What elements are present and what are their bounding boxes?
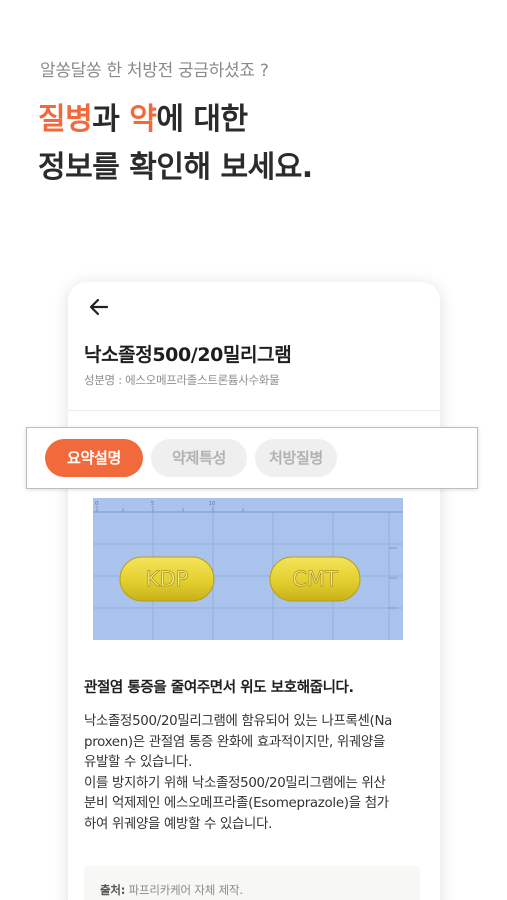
promo-subtitle: 알쏭달쏭 한 처방전 궁금하셨죠 ? (40, 61, 269, 81)
highlight-drug: 약 (129, 102, 157, 137)
tab-drug-properties[interactable]: 약제특성 (151, 439, 247, 477)
pill-image: 0 5 10 KDP CMT (93, 498, 403, 640)
summary-body: 낙소졸정500/20밀리그램에 함유되어 있는 나프록센(Na proxen)은… (84, 712, 420, 835)
svg-text:5: 5 (151, 501, 154, 507)
promo-title-line-1: 질병과 약에 대한 (38, 96, 313, 144)
summary-line: 유발할 수 있습니다. (84, 755, 193, 770)
info-tab-bar: 요약설명 약제특성 처방질병 (26, 427, 478, 489)
summary-line: 낙소졸정500/20밀리그램에 함유되어 있는 나프록센(Na (84, 714, 393, 729)
pill-imprint-kdp: KDP (146, 567, 189, 591)
promo-title: 질병과 약에 대한 정보를 확인해 보세요. (38, 96, 313, 192)
svg-text:0: 0 (95, 501, 98, 507)
promo-title-text-2: 에 대한 (156, 102, 248, 137)
header-divider (68, 410, 440, 411)
pill-imprint-cmt: CMT (292, 567, 338, 591)
drug-name: 낙소졸정500/20밀리그램 (84, 344, 292, 366)
source-note: 출처: 파프리카케어 자체 제작. (84, 866, 420, 900)
summary-heading: 관절염 통증을 줄여주면서 위도 보호해줍니다. (84, 680, 354, 696)
tab-summary[interactable]: 요약설명 (45, 439, 143, 477)
svg-text:10: 10 (209, 501, 215, 507)
highlight-disease: 질병 (38, 102, 93, 137)
tab-prescribed-diseases[interactable]: 처방질병 (255, 439, 337, 477)
summary-line: 분비 억제제인 에스오메프라졸(Esomeprazole)을 첨가 (84, 796, 389, 811)
back-arrow-icon[interactable] (86, 294, 112, 320)
source-text: 파프리카케어 자체 제작. (125, 883, 243, 897)
promo-title-line-2: 정보를 확인해 보세요. (38, 150, 313, 185)
source-label: 출처: (100, 883, 126, 897)
summary-line: proxen)은 관절염 통증 완화에 효과적이지만, 위궤양을 (84, 734, 385, 750)
promo-title-text-1: 과 (92, 102, 130, 137)
summary-line: 이를 방지하기 위해 낙소졸정500/20밀리그램에는 위산 (84, 775, 386, 791)
summary-line: 하여 위궤양을 예방할 수 있습니다. (84, 816, 273, 832)
ingredient-name: 성분명 : 에스오메프라졸스트론튬사수화물 (84, 373, 280, 387)
